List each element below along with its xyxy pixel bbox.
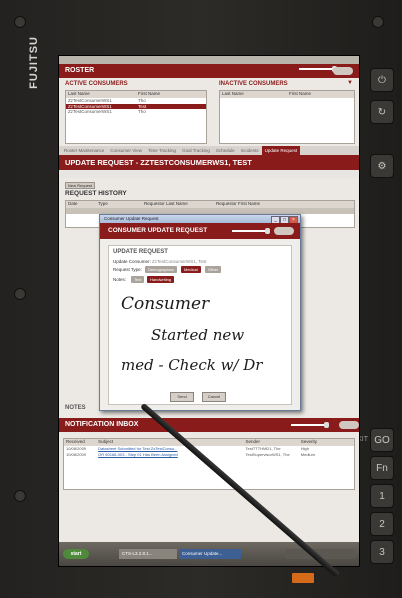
dialog-title: CONSUMER UPDATE REQUEST [108, 227, 208, 234]
handwriting-line: med - Check w/ Dr [121, 356, 263, 374]
collapse-toggle[interactable] [274, 227, 294, 235]
roster-panel: ACTIVE CONSUMERS INACTIVE CONSUMERS ▼ La… [59, 78, 359, 146]
dialog-titlebar: Consumer Update Request _ □ × [100, 215, 300, 224]
screw-icon [14, 16, 26, 28]
grid-header: Last Name First Name [220, 91, 354, 98]
rotate-button[interactable]: ↻ [370, 100, 394, 124]
roster-title: ROSTER [65, 67, 95, 74]
collapse-toggle[interactable] [339, 421, 359, 429]
roster-header: ROSTER [59, 64, 359, 78]
note-mode-text[interactable]: Text [131, 276, 145, 283]
rotate-icon: ↻ [377, 106, 387, 118]
note-mode-handwriting[interactable]: Handwriting [147, 276, 175, 283]
grid-header: Received Subject Sender Severity [64, 439, 354, 446]
fn-button[interactable]: Fn [370, 456, 394, 480]
power-icon: ⏻ [378, 74, 386, 86]
zoom-slider[interactable] [291, 422, 329, 428]
brand-logo: FUJITSU [28, 36, 40, 89]
tab-consumer-view[interactable]: Consumer View [107, 148, 145, 153]
hw-button-3[interactable]: 3 [370, 540, 394, 564]
new-request-button[interactable]: New Request [65, 182, 96, 189]
active-consumers-grid: Last Name First Name ZzTestConsumerWS1 T… [65, 90, 207, 144]
handwriting-line: Consumer [121, 294, 210, 314]
cancel-button[interactable]: Cancel [202, 392, 226, 402]
zoom-slider[interactable] [232, 228, 270, 234]
request-type-other[interactable]: Other [205, 266, 222, 273]
screw-icon [14, 288, 26, 300]
handwriting-line: Started new [151, 326, 245, 344]
tab-schedule[interactable]: Schedule [213, 148, 238, 153]
table-row[interactable]: 10/08/2009 GR 60168-003 - Step 01 Has Be… [64, 452, 354, 458]
grid-header: Date Type Requestor Last Name Requestor … [66, 201, 354, 208]
dialog-content: UPDATE REQUEST Update Consumer: ZzTestCo… [108, 245, 292, 405]
request-type-label: Request Type: [113, 267, 142, 272]
tab-update-request[interactable]: Update Request [261, 146, 301, 155]
update-consumer-label: Update Consumer: ZzTestConsumerWS1, Test [113, 259, 207, 264]
power-button[interactable]: ⏻ [370, 68, 394, 92]
gear-icon: ⚙ [377, 160, 387, 172]
tab-bar: Roster Maintenance Consumer View Time Tr… [59, 146, 359, 155]
update-consumer-value: ZzTestConsumerWS1, Test [152, 259, 207, 264]
hw-button-1[interactable]: 1 [370, 484, 394, 508]
update-request-title: UPDATE REQUEST - ZZTESTCONSUMERWS1, TEST [65, 158, 252, 167]
screw-icon [14, 490, 26, 502]
notification-inbox-title: NOTIFICATION INBOX [65, 421, 139, 428]
tab-goal-tracking[interactable]: Goal Tracking [179, 148, 213, 153]
taskbar-item[interactable]: CTS-L3.2.8.1... [119, 549, 177, 559]
notes-field-label: Notes: [113, 277, 127, 282]
go-button[interactable]: GO [370, 428, 394, 452]
table-row[interactable]: ZzTestConsumerWS1 Tho [66, 109, 206, 115]
request-type-medical[interactable]: Medical [181, 266, 201, 273]
active-consumers-title: ACTIVE CONSUMERS [65, 81, 128, 87]
indicator-light [292, 573, 314, 583]
table-row[interactable] [66, 208, 354, 214]
inactive-consumers-grid: Last Name First Name [219, 90, 355, 144]
grid-header: Last Name First Name [66, 91, 206, 98]
request-type-demographics[interactable]: Demographics [145, 266, 177, 273]
update-request-header: UPDATE REQUEST - ZZTESTCONSUMERWS1, TEST [59, 155, 359, 170]
dialog-window-title: Consumer Update Request [104, 216, 159, 221]
tab-time-tracking[interactable]: Time Tracking [145, 148, 179, 153]
chevron-down-icon[interactable]: ▼ [347, 80, 353, 86]
dialog-header: CONSUMER UPDATE REQUEST [100, 223, 300, 239]
update-request-section-title: UPDATE REQUEST [113, 249, 168, 255]
taskbar-item-active[interactable]: Consumer Update... [179, 549, 241, 559]
inactive-consumers-title: INACTIVE CONSUMERS [219, 81, 288, 87]
collapse-toggle[interactable] [333, 67, 353, 75]
send-button[interactable]: Send [170, 392, 194, 402]
notification-inbox-header: NOTIFICATION INBOX [59, 418, 359, 432]
notification-panel: Received Subject Sender Severity 10/08/2… [59, 432, 359, 542]
hw-button-2[interactable]: 2 [370, 512, 394, 536]
zoom-slider[interactable] [299, 66, 337, 72]
start-button[interactable]: start [63, 549, 89, 559]
settings-button[interactable]: ⚙ [370, 154, 394, 178]
tab-incidents[interactable]: Incidents [238, 148, 262, 153]
tablet-screen: ROSTER ACTIVE CONSUMERS INACTIVE CONSUME… [58, 55, 360, 567]
request-history-title: REQUEST HISTORY [65, 190, 127, 197]
notes-label: NOTES [65, 405, 86, 411]
window-titlebar [59, 56, 359, 64]
handwriting-canvas[interactable]: Consumer Started new med - Check w/ Dr [113, 288, 285, 386]
tab-roster-maintenance[interactable]: Roster Maintenance [61, 148, 107, 153]
screw-icon [372, 16, 384, 28]
consumer-update-dialog: Consumer Update Request _ □ × CONSUMER U… [99, 214, 301, 411]
